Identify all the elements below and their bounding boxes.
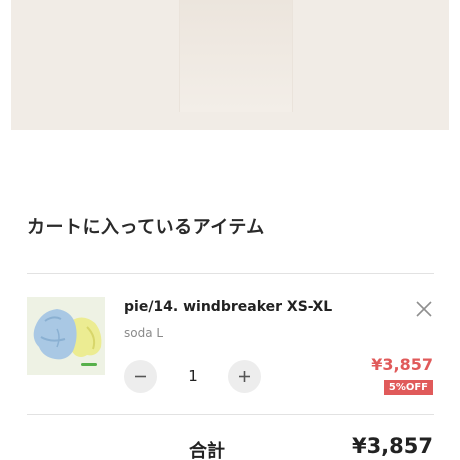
product-thumbnail-graphic — [27, 297, 105, 375]
remove-item-button[interactable] — [413, 298, 435, 320]
cart-page: カートに入っているアイテム pie/14. windbreaker XS-XL … — [0, 0, 460, 460]
increase-quantity-button[interactable] — [228, 360, 261, 393]
cart-section-title: カートに入っているアイテム — [27, 217, 265, 238]
close-icon — [416, 301, 432, 317]
total-amount: ¥3,857 — [351, 434, 433, 458]
minus-icon — [135, 375, 146, 378]
banner-doorway — [179, 0, 293, 112]
divider — [27, 414, 434, 415]
item-price: ¥3,857 — [371, 355, 433, 374]
product-thumbnail[interactable] — [27, 297, 105, 375]
discount-badge: 5%OFF — [383, 380, 433, 395]
banner-image — [11, 0, 449, 130]
total-label: 合計 — [189, 441, 225, 460]
plus-icon — [239, 371, 250, 382]
product-name[interactable]: pie/14. windbreaker XS-XL — [124, 299, 332, 315]
quantity-value: 1 — [188, 367, 198, 385]
divider — [27, 273, 434, 274]
decrease-quantity-button[interactable] — [124, 360, 157, 393]
product-variant: soda L — [124, 326, 164, 340]
